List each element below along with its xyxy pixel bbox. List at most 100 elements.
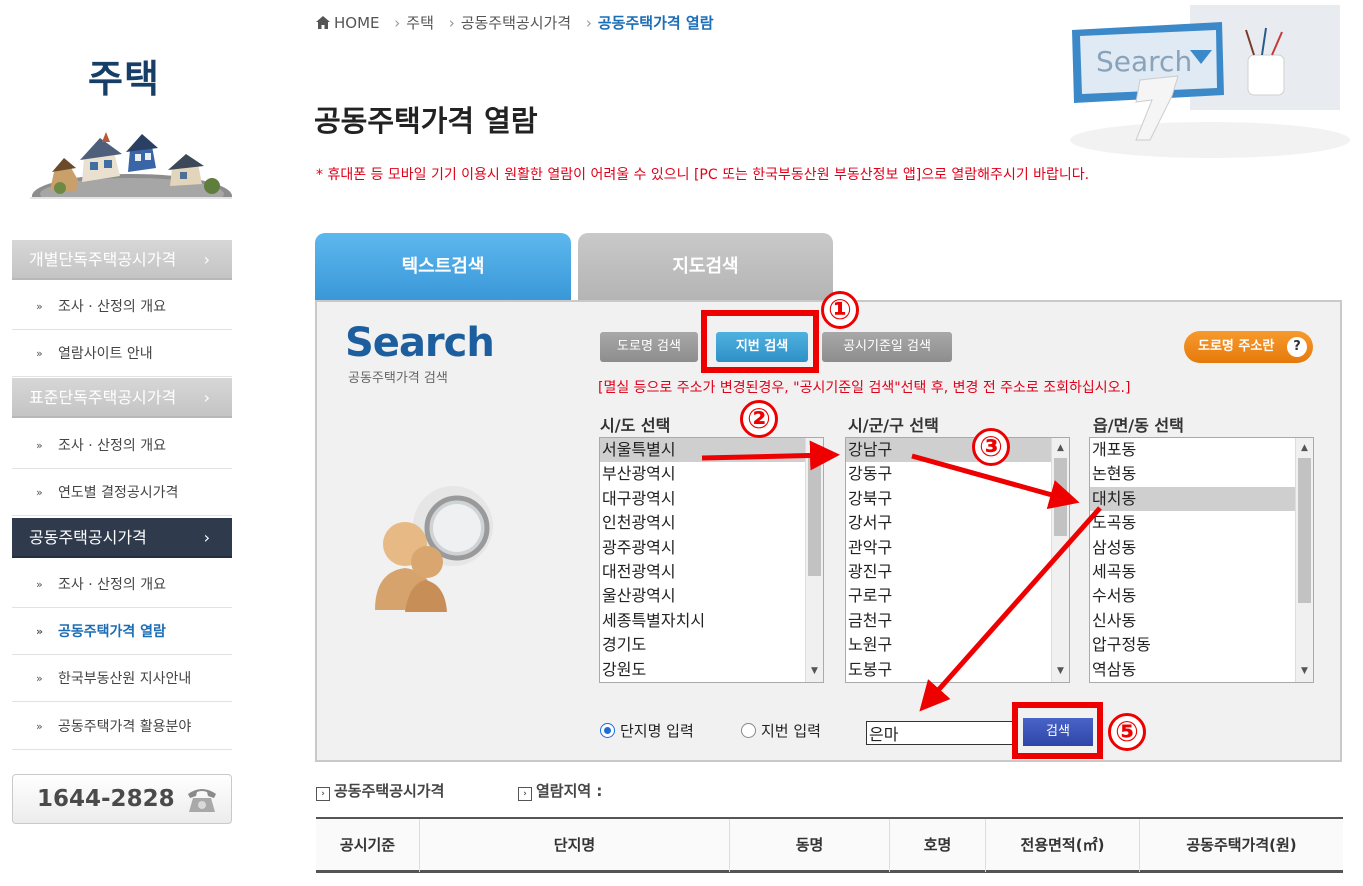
person-magnifier-illustration bbox=[375, 486, 493, 612]
listbox-option[interactable]: 구로구 bbox=[846, 584, 1069, 608]
results-price-label: › 공동주택공시가격 bbox=[316, 780, 444, 801]
listbox-option[interactable]: 서울특별시 bbox=[600, 438, 823, 463]
menu-category-individual-house[interactable]: 개별단독주택공시가격 › bbox=[12, 240, 232, 280]
tab-text-search[interactable]: 텍스트검색 bbox=[315, 233, 571, 301]
breadcrumb: HOME › 주택 › 공동주택공시가격 › 공동주택가격 열람 bbox=[316, 12, 720, 33]
menu-sub-branch-guide[interactable]: » 한국부동산원 지사안내 bbox=[12, 656, 232, 702]
scrollbar-thumb[interactable] bbox=[1298, 458, 1311, 603]
menu-sub-price-usage[interactable]: » 공동주택가격 활용분야 bbox=[12, 704, 232, 750]
listbox-option[interactable]: 대전광역시 bbox=[600, 560, 823, 584]
radio-unchecked-icon[interactable] bbox=[741, 723, 756, 738]
scrollbar-thumb[interactable] bbox=[808, 458, 821, 576]
scrollbar-thumb[interactable] bbox=[1054, 458, 1067, 536]
menu-category-apartment[interactable]: 공동주택공시가격 › bbox=[12, 518, 232, 558]
menu-sub-apartment-overview[interactable]: » 조사 · 산정의 개요 bbox=[12, 562, 232, 608]
results-region-text: 열람지역 : bbox=[536, 782, 603, 800]
listbox-option[interactable]: 인천광역시 bbox=[600, 511, 823, 535]
bullet-icon: » bbox=[36, 439, 43, 452]
radio-label: 지번 입력 bbox=[761, 722, 821, 740]
scroll-up-arrow-icon[interactable]: ▲ bbox=[806, 440, 823, 457]
listbox-option[interactable]: 광진구 bbox=[846, 560, 1069, 584]
menu-sub-apartment-price-view[interactable]: » 공동주택가격 열람 bbox=[12, 609, 232, 655]
chevron-right-icon: › bbox=[203, 250, 210, 269]
listbox-option[interactable]: 수서동 bbox=[1090, 584, 1313, 608]
annotation-step3: ③ bbox=[972, 428, 1010, 466]
column-header: 호명 bbox=[890, 819, 986, 872]
breadcrumb-separator: › bbox=[448, 14, 455, 32]
menu-sub-standard-overview[interactable]: » 조사 · 산정의 개요 bbox=[12, 423, 232, 469]
listbox-option[interactable]: 강서구 bbox=[846, 511, 1069, 535]
column-header: 공시기준 bbox=[316, 819, 420, 872]
listbox-option[interactable]: 도봉구 bbox=[846, 658, 1069, 682]
scroll-down-arrow-icon[interactable]: ▼ bbox=[1052, 663, 1069, 680]
menu-sub-viewing-site-guide[interactable]: » 열람사이트 안내 bbox=[12, 331, 232, 377]
sido-listbox[interactable]: 서울특별시 부산광역시 대구광역시 인천광역시 광주광역시 대전광역시 울산광역시 세종특별자… bbox=[599, 437, 824, 683]
listbox-option[interactable]: 역삼동 bbox=[1090, 658, 1313, 682]
listbox-option[interactable]: 부산광역시 bbox=[600, 462, 823, 486]
listbox-option[interactable]: 대치동 bbox=[1090, 486, 1313, 512]
dong-listbox[interactable]: 개포동 논현동 대치동 도곡동 삼성동 세곡동 수서동 신사동 압구정동 역삼동 ▲ ▼ bbox=[1089, 437, 1314, 683]
listbox-option[interactable]: 강원도 bbox=[600, 658, 823, 682]
listbox-option[interactable]: 논현동 bbox=[1090, 462, 1313, 486]
date-search-button[interactable]: 공시기준일 검색 bbox=[822, 332, 952, 362]
listbox-option[interactable]: 강동구 bbox=[846, 462, 1069, 486]
illustration-search-text: Search bbox=[1096, 45, 1192, 78]
radio-complex-name[interactable]: 단지명 입력 bbox=[600, 720, 694, 741]
listbox-option[interactable]: 개포동 bbox=[1090, 438, 1313, 462]
radio-jibun[interactable]: 지번 입력 bbox=[741, 720, 821, 741]
complex-name-input[interactable] bbox=[866, 721, 1016, 745]
radio-checked-icon[interactable] bbox=[600, 723, 615, 738]
listbox-option[interactable]: 금천구 bbox=[846, 609, 1069, 633]
menu-sub-individual-overview[interactable]: » 조사 · 산정의 개요 bbox=[12, 284, 232, 330]
breadcrumb-current: 공동주택가격 열람 bbox=[597, 14, 714, 32]
listbox-option[interactable]: 강남구 bbox=[846, 438, 1069, 463]
menu-category-label: 공동주택공시가격 bbox=[29, 528, 147, 547]
bullet-box-icon: › bbox=[316, 787, 330, 801]
listbox-option[interactable]: 경기도 bbox=[600, 633, 823, 657]
listbox-option[interactable]: 대구광역시 bbox=[600, 487, 823, 511]
breadcrumb-home[interactable]: HOME bbox=[334, 14, 380, 32]
listbox-option[interactable]: 관악구 bbox=[846, 536, 1069, 560]
scrollbar[interactable]: ▲ ▼ bbox=[1051, 438, 1069, 682]
breadcrumb-item[interactable]: 공동주택공시가격 bbox=[461, 14, 571, 32]
listbox-option[interactable]: 강북구 bbox=[846, 487, 1069, 511]
listbox-option[interactable]: 삼성동 bbox=[1090, 536, 1313, 560]
bullet-icon: » bbox=[36, 720, 43, 733]
scroll-up-arrow-icon[interactable]: ▲ bbox=[1052, 440, 1069, 457]
sigungu-header: 시/군/구 선택 bbox=[848, 416, 939, 435]
listbox-option[interactable]: 울산광역시 bbox=[600, 584, 823, 608]
listbox-option[interactable]: 광주광역시 bbox=[600, 536, 823, 560]
scroll-up-arrow-icon[interactable]: ▲ bbox=[1296, 440, 1313, 457]
listbox-option[interactable]: 세곡동 bbox=[1090, 560, 1313, 584]
listbox-option[interactable]: 신사동 bbox=[1090, 609, 1313, 633]
menu-category-standard-house[interactable]: 표준단독주택공시가격 › bbox=[12, 378, 232, 418]
phone-number: 1644-2828 bbox=[37, 786, 175, 812]
help-icon: ? bbox=[1287, 337, 1307, 357]
scroll-down-arrow-icon[interactable]: ▼ bbox=[1296, 663, 1313, 680]
breadcrumb-item[interactable]: 주택 bbox=[406, 14, 434, 32]
menu-sub-label: 한국부동산원 지사안내 bbox=[58, 671, 192, 687]
breadcrumb-separator: › bbox=[585, 14, 592, 32]
listbox-option[interactable]: 압구정동 bbox=[1090, 633, 1313, 657]
listbox-option[interactable]: 도곡동 bbox=[1090, 511, 1313, 535]
road-address-guide-button[interactable]: 도로명 주소란 ? bbox=[1184, 331, 1313, 363]
bullet-icon: » bbox=[36, 672, 43, 685]
bullet-icon: » bbox=[36, 347, 43, 360]
annotation-box-step5 bbox=[1012, 702, 1103, 759]
listbox-option[interactable]: 세종특별자치시 bbox=[600, 609, 823, 633]
menu-sub-yearly-prices[interactable]: » 연도별 결정공시가격 bbox=[12, 470, 232, 516]
annotation-box-step1 bbox=[701, 310, 819, 373]
tab-map-search[interactable]: 지도검색 bbox=[578, 233, 833, 301]
menu-sub-label: 공동주택가격 활용분야 bbox=[58, 719, 192, 735]
chevron-right-icon: › bbox=[203, 528, 210, 547]
annotation-step2: ② bbox=[740, 400, 778, 438]
sigungu-listbox[interactable]: 강남구 강동구 강북구 강서구 관악구 광진구 구로구 금천구 노원구 도봉구 ▲ ▼ bbox=[845, 437, 1070, 683]
scroll-down-arrow-icon[interactable]: ▼ bbox=[806, 663, 823, 680]
search-logo-subtitle: 공동주택가격 검색 bbox=[348, 371, 448, 386]
listbox-option[interactable]: 노원구 bbox=[846, 633, 1069, 657]
road-name-search-button[interactable]: 도로명 검색 bbox=[600, 332, 698, 362]
scrollbar[interactable]: ▲ ▼ bbox=[1295, 438, 1313, 682]
menu-category-label: 개별단독주택공시가격 bbox=[29, 250, 177, 269]
scrollbar[interactable]: ▲ ▼ bbox=[805, 438, 823, 682]
bullet-icon: » bbox=[36, 300, 43, 313]
